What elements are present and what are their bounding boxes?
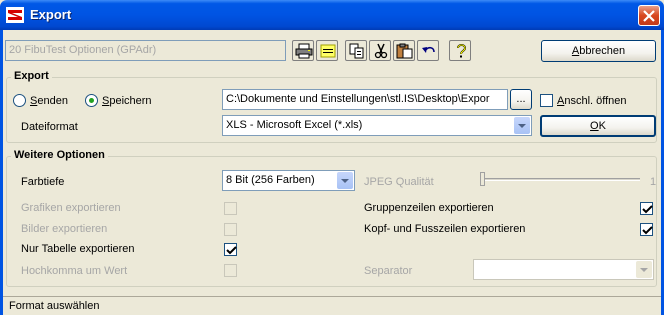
- title-bar[interactable]: [0, 0, 664, 30]
- color-depth-value: 8 Bit (256 Farben): [226, 174, 315, 186]
- profile-value: 20 FibuTest Optionen (GPAdr): [9, 44, 157, 56]
- format-value: XLS - Microsoft Excel (*.xls): [226, 119, 363, 131]
- export-graphics-label: Grafiken exportieren: [21, 202, 121, 214]
- help-question-icon: [457, 44, 467, 58]
- export-graphics-checkbox[interactable]: [224, 202, 237, 215]
- jpeg-quality-slider[interactable]: [480, 178, 640, 181]
- path-input[interactable]: C:\Dokumente und Einstellungen\stl.IS\De…: [222, 89, 508, 110]
- save-radio-label[interactable]: Speichern: [102, 95, 152, 107]
- checkmark-icon: [642, 205, 653, 214]
- jpeg-quality-label: JPEG Qualität: [364, 176, 434, 188]
- separator-label: Separator: [364, 265, 413, 277]
- table-only-label: Nur Tabelle exportieren: [21, 243, 135, 255]
- open-after-checkbox[interactable]: [540, 94, 553, 107]
- print-button[interactable]: [292, 40, 314, 61]
- send-radio[interactable]: [13, 94, 26, 107]
- scissors-icon: [374, 43, 388, 59]
- group-rows-label: Gruppenzeilen exportieren: [364, 202, 494, 214]
- paste-button[interactable]: [393, 40, 415, 61]
- color-depth-dropdown[interactable]: 8 Bit (256 Farben): [222, 170, 355, 191]
- copy-icon: [349, 43, 364, 59]
- options-group-legend: Weitere Optionen: [11, 149, 108, 161]
- browse-button[interactable]: ...: [510, 89, 532, 110]
- cancel-button[interactable]: Abbrechen: [541, 40, 656, 62]
- separator-dropdown[interactable]: [473, 259, 654, 280]
- path-value: C:\Dokumente und Einstellungen\stl.IS\De…: [226, 93, 490, 105]
- profile-field[interactable]: 20 FibuTest Optionen (GPAdr): [5, 40, 286, 61]
- color-depth-label: Farbtiefe: [21, 176, 65, 188]
- table-only-checkbox[interactable]: [224, 243, 237, 256]
- window-title: Export: [30, 7, 72, 22]
- printer-icon: [295, 43, 313, 59]
- checkmark-icon: [642, 226, 653, 235]
- checkmark-icon: [226, 246, 237, 255]
- jpeg-quality-slider-thumb[interactable]: [480, 172, 485, 186]
- ok-button[interactable]: OK: [540, 115, 656, 137]
- open-after-label[interactable]: Anschl. öffnen: [557, 95, 627, 107]
- clipboard-icon: [396, 43, 413, 59]
- undo-icon: [422, 46, 435, 53]
- chevron-down-icon[interactable]: [636, 261, 652, 278]
- note-button[interactable]: [316, 40, 338, 61]
- format-dropdown[interactable]: XLS - Microsoft Excel (*.xls): [222, 115, 532, 136]
- export-images-label: Bilder exportieren: [21, 223, 108, 235]
- status-bar: Format auswählen: [3, 296, 661, 315]
- chevron-down-icon[interactable]: [337, 172, 353, 189]
- format-label: Dateiformat: [21, 121, 78, 133]
- save-radio[interactable]: [85, 94, 98, 107]
- chevron-down-icon[interactable]: [514, 117, 530, 134]
- note-icon: [320, 44, 336, 58]
- status-text: Format auswählen: [9, 300, 100, 312]
- quote-value-label: Hochkomma um Wert: [21, 265, 128, 277]
- jpeg-quality-value: 1: [650, 176, 657, 188]
- header-footer-checkbox[interactable]: [640, 223, 653, 236]
- undo-button[interactable]: [417, 40, 439, 61]
- cut-button[interactable]: [369, 40, 391, 61]
- send-radio-label[interactable]: Senden: [30, 95, 68, 107]
- cancel-label: Abbrechen: [571, 45, 626, 57]
- group-rows-checkbox[interactable]: [640, 202, 653, 215]
- ok-label: OK: [590, 120, 606, 132]
- quote-value-checkbox[interactable]: [224, 264, 237, 277]
- app-logo-icon: [6, 7, 24, 23]
- close-button[interactable]: [638, 5, 660, 26]
- export-group-legend: Export: [11, 70, 52, 82]
- close-icon: [643, 10, 655, 22]
- help-button[interactable]: [449, 40, 471, 61]
- header-footer-label: Kopf- und Fusszeilen exportieren: [364, 223, 526, 235]
- copy-button[interactable]: [345, 40, 367, 61]
- export-images-checkbox[interactable]: [224, 223, 237, 236]
